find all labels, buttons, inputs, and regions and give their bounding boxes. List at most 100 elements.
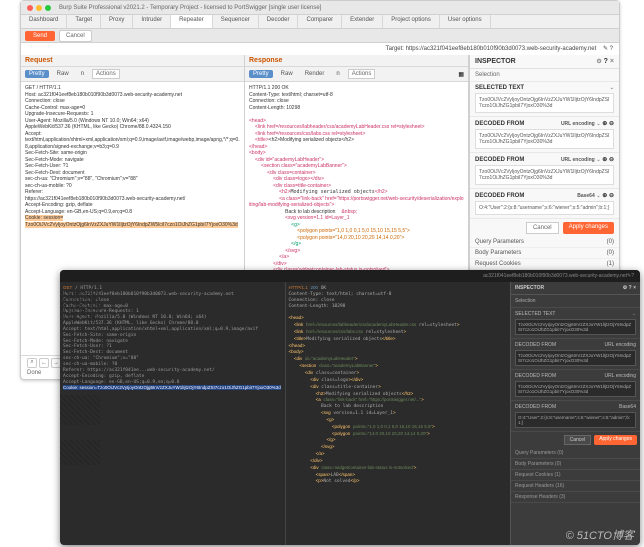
send-button[interactable]: Send (25, 31, 55, 41)
query-params-row[interactable]: Query Parameters(0) (470, 237, 619, 248)
decoded-value-1[interactable]: Tzo0OiJVc2VyIjoyOntzOjg6InVzZXJuYW1lIjtz… (475, 129, 614, 149)
close-icon[interactable] (27, 5, 33, 11)
layout-icon[interactable]: ▦ (458, 71, 464, 78)
html-head-close: </head> (249, 144, 267, 150)
request-cookies-row[interactable]: Request Cookies(1) (470, 259, 619, 270)
inspector-title: INSPECTOR (475, 58, 516, 65)
close-icon[interactable]: × (610, 58, 614, 65)
titlebar: Burp Suite Professional v2021.2 - Tempor… (21, 1, 619, 15)
help-icon[interactable]: ? (610, 46, 613, 52)
tab-repeater[interactable]: Repeater (171, 15, 213, 28)
decoded-value-2[interactable]: Tzo0OiJVc2VyIjoyOntzOjg6InVzZXJuYW1lIjtz… (475, 165, 614, 185)
inspector-selection: Selection (470, 69, 619, 82)
close-icon[interactable]: × (633, 285, 636, 291)
edit-target-icon[interactable]: ✎ (600, 45, 608, 53)
html-polygon: <polygon points="14,0 20,10 20,20 14,14 … (297, 235, 404, 241)
dark-response-headers[interactable]: Response Headers (3) (511, 492, 640, 503)
help-icon[interactable]: ? (604, 58, 608, 65)
selected-text-label: SELECTED TEXT (515, 311, 555, 317)
res-tab-render[interactable]: Render (301, 70, 329, 78)
request-text[interactable]: GET / HTTP/1.1 Host: ac321f041eef8eb180b… (25, 85, 240, 215)
res-actions-dropdown[interactable]: Actions (348, 69, 376, 79)
inspector-cancel-button[interactable]: Cancel (526, 222, 559, 234)
target-display: Target: https://ac321f041eef8eb180b010f9… (21, 43, 619, 55)
apply-changes-button[interactable]: Apply changes (563, 222, 614, 234)
help-icon[interactable]: ? (631, 273, 634, 279)
gear-icon[interactable]: ⚙ (623, 285, 627, 291)
dark-cancel-button[interactable]: Cancel (564, 435, 592, 445)
maximize-icon[interactable] (45, 5, 51, 11)
html-head: <head> (249, 118, 266, 124)
tab-sequencer[interactable]: Sequencer (213, 15, 259, 28)
encoding-dropdown[interactable]: URL encoding (561, 121, 595, 127)
tab-decoder[interactable]: Decoder (259, 15, 299, 28)
decoded-value-3[interactable]: O:4:"User":2:{s:8:"username";s:6:"wiener… (475, 201, 614, 215)
encoding-dropdown[interactable]: Base64 (619, 404, 636, 410)
tab-dashboard[interactable]: Dashboard (21, 15, 67, 28)
request-cookie-highlighted[interactable]: Cookie: session= Tzo0OiJVc2VyIjoyOntzOjg… (25, 215, 238, 228)
dark-decoded-3: DECODED FROMBase64 O:4:"User":2:{s:8:"us… (511, 401, 640, 432)
compression-artifact (60, 395, 100, 425)
response-title: Response (249, 57, 282, 64)
tab-project-options[interactable]: Project options (383, 15, 440, 28)
tab-comparer[interactable]: Comparer (298, 15, 342, 28)
chevron-down-icon[interactable]: ⌄ (596, 193, 600, 199)
req-tab-raw[interactable]: Raw (53, 70, 73, 78)
dark-selected-value[interactable]: Tzo0OiJVc2VyIjoyOntzOjg6InVzZXJuYW1lIjtz… (515, 319, 636, 335)
tab-user-options[interactable]: User options (440, 15, 491, 28)
back-text: Back to lab description (285, 209, 335, 215)
body-params-row[interactable]: Body Parameters(0) (470, 248, 619, 259)
response-headers-text: HTTP/1.1 200 OK Content-Type: text/html;… (249, 85, 333, 111)
dark-request-headers[interactable]: Request Headers (16) (511, 481, 640, 492)
encoding-dropdown[interactable]: URL encoding (604, 342, 636, 348)
chevron-down-icon[interactable]: ⌄ (610, 85, 614, 91)
tab-extender[interactable]: Extender (342, 15, 383, 28)
request-tabs: Pretty Raw n Actions (21, 67, 244, 82)
chevron-down-icon[interactable]: ⌄ (596, 121, 600, 127)
dark-request-cookies[interactable]: Request Cookies (1) (511, 470, 640, 481)
watermark: 51CTO博客 (566, 527, 634, 543)
minimize-icon[interactable] (36, 5, 42, 11)
html-anchor: <a class="link-back" href="https://ports… (249, 196, 464, 209)
req-actions-dropdown[interactable]: Actions (92, 69, 120, 79)
dark-selection: Selection (511, 295, 640, 308)
html-div: <div id="academyLabHeader"> (255, 157, 324, 163)
dark-response-body[interactable]: HTTP/1.1 200 OK Content-Type: text/html;… (286, 282, 511, 545)
burp-dark-window: ac321f041eef8eb180b010f90b3d0073.web-sec… (60, 270, 640, 545)
encoding-dropdown[interactable]: URL encoding (561, 157, 595, 163)
window-controls (27, 5, 51, 11)
dark-apply-button[interactable]: Apply changes (594, 435, 637, 445)
help-icon[interactable]: ? (629, 285, 632, 291)
res-tab-raw[interactable]: Raw (277, 70, 297, 78)
req-tab-n[interactable]: n (77, 70, 88, 78)
dark-body-params[interactable]: Body Parameters (0) (511, 459, 640, 470)
dark-inspector: INSPECTOR ⚙ ? × Selection SELECTED TEXT ⌄… (510, 282, 640, 545)
cancel-button[interactable]: Cancel (59, 30, 92, 42)
dark-decoded-1: DECODED FROMURL encoding Tzo0OiJVc2VyIjo… (511, 339, 640, 370)
dark-decoded-value-3[interactable]: O:4:"User":2:{s:8:"username";s:6:"wiener… (515, 412, 636, 428)
tab-intruder[interactable]: Intruder (133, 15, 171, 28)
tab-target[interactable]: Target (67, 15, 101, 28)
dark-decoded-value-1[interactable]: Tzo0OiJVc2VyIjoyOntzOjg6InVzZXJuYW1lIjtz… (515, 350, 636, 366)
arrow-left-icon[interactable]: ← (39, 358, 49, 368)
dark-decoded-value-2[interactable]: Tzo0OiJVc2VyIjoyOntzOjg6InVzZXJuYW1lIjtz… (515, 381, 636, 397)
compression-artifact (60, 290, 100, 320)
dark-panels: GET / HTTP/1.1 Host: ac321f041eef8eb180b… (60, 282, 640, 545)
encoding-dropdown[interactable]: Base64 (577, 193, 595, 199)
selected-text-value[interactable]: Tzo0OiJVc2VyIjoyOntzOjg6InVzZXJuYW1lIjtz… (475, 93, 614, 113)
tab-proxy[interactable]: Proxy (101, 15, 133, 28)
dark-query-params[interactable]: Query Parameters (0) (511, 448, 640, 459)
selection-label: Selection (515, 298, 536, 304)
gear-icon[interactable]: ⚙ (596, 59, 601, 65)
chevron-down-icon[interactable]: ⌄ (596, 157, 600, 163)
res-tab-n[interactable]: n (332, 70, 343, 78)
res-tab-pretty[interactable]: Pretty (249, 70, 273, 78)
req-tab-pretty[interactable]: Pretty (25, 70, 49, 78)
dark-inspector-title: INSPECTOR (515, 285, 544, 291)
html-section: <section class="academyLabBanner"> (261, 163, 347, 169)
search-icon[interactable]: ⌕ (27, 358, 37, 368)
encoding-dropdown[interactable]: URL encoding (604, 373, 636, 379)
chevron-down-icon[interactable]: ⌄ (632, 311, 636, 317)
target-url: Target: https://ac321f041eef8eb180b010f9… (386, 46, 597, 52)
decoded-section-2: DECODED FROMURL encoding ⌄ ⊕ ⊖ Tzo0OiJVc… (470, 153, 619, 189)
